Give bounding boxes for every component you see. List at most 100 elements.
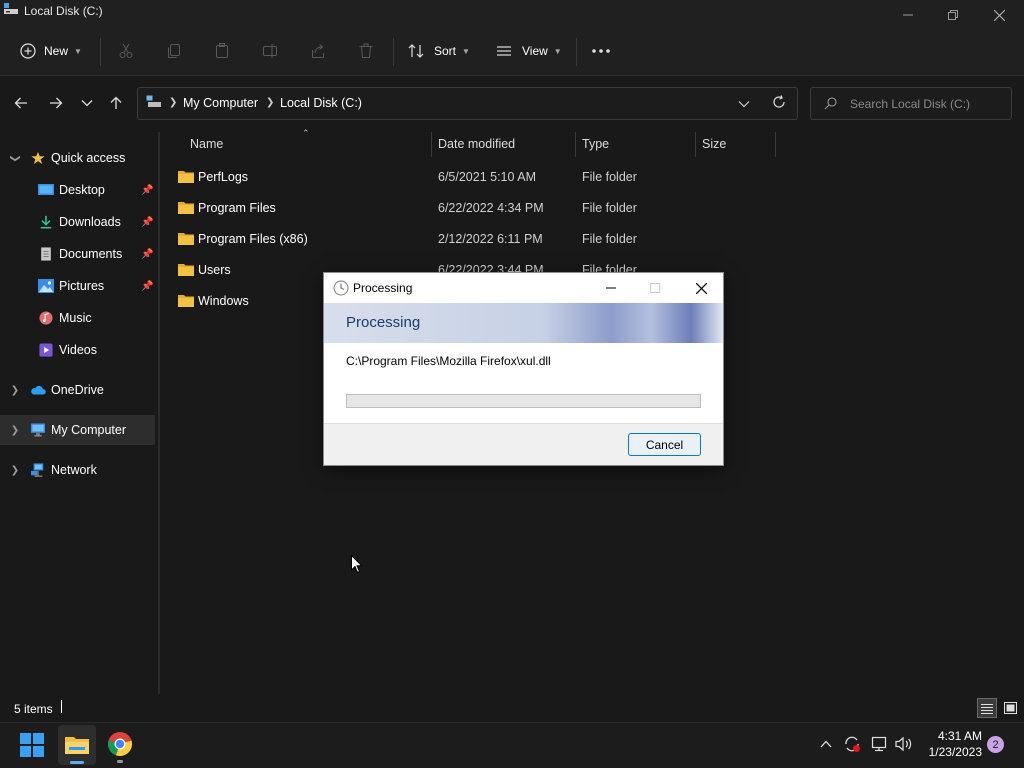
view-button-label: View [522,44,548,58]
processing-dialog: Processing Processing C:\Program Files\M… [323,272,724,466]
cancel-button[interactable]: Cancel [628,433,701,456]
rename-icon [263,44,277,58]
refresh-button[interactable] [772,95,788,111]
document-icon [41,247,51,261]
breadcrumb-local-disk[interactable]: Local Disk (C:) [280,96,362,110]
toolbar-divider [100,38,101,66]
pin-icon: 📌 [141,216,154,228]
volume-button[interactable] [895,736,913,752]
column-divider[interactable] [431,132,432,157]
back-button[interactable] [10,92,32,114]
clock-time: 4:31 AM [937,729,982,743]
sidebar-label: Pictures [59,279,105,293]
sort-icon [408,44,424,58]
dialog-maximize-button[interactable] [640,273,670,303]
sidebar-item-music[interactable]: Music [0,303,155,333]
file-type: File folder [582,232,637,246]
breadcrumb-my-computer[interactable]: My Computer [183,96,258,110]
column-divider[interactable] [775,132,776,157]
sort-button-label: Sort [434,44,457,58]
more-options-button[interactable] [590,40,612,62]
sidebar-label: Music [59,311,92,325]
dialog-minimize-button[interactable] [596,273,626,303]
file-date: 6/5/2021 5:10 AM [438,170,536,184]
toolbar-divider [576,38,577,66]
folder-icon [178,233,194,245]
column-header-date[interactable]: Date modified [438,137,515,151]
network-icon [31,463,44,477]
sidebar-item-downloads[interactable]: Downloads 📌 [0,207,155,237]
large-icons-view-button[interactable] [1000,698,1020,718]
new-plus-icon [20,43,36,59]
column-divider[interactable] [695,132,696,157]
rename-button[interactable] [259,40,281,62]
address-history-button[interactable] [738,97,754,111]
pin-icon: 📌 [141,184,154,196]
details-view-icon [981,703,993,714]
download-icon [40,215,52,229]
cut-button[interactable] [115,40,137,62]
new-button[interactable]: New ▼ [20,38,82,64]
sidebar-item-pictures[interactable]: Pictures 📌 [0,271,155,301]
file-row[interactable]: PerfLogs 6/5/2021 5:10 AM File folder [160,161,760,192]
chrome-icon [107,732,133,756]
taskbar-chrome[interactable] [107,731,135,763]
chevron-down-icon [738,101,750,108]
chevron-down-icon [81,100,93,107]
column-header-name[interactable]: Name [190,137,223,151]
notification-badge[interactable]: 2 [987,736,1004,753]
forward-button[interactable] [45,92,67,114]
file-name: Users [198,263,231,277]
view-icon [497,46,511,56]
sidebar-item-onedrive[interactable]: ❯ OneDrive [0,375,155,405]
recent-locations-button[interactable] [76,92,98,114]
close-button[interactable] [976,0,1022,30]
cloud-icon [31,385,46,395]
paste-button[interactable] [211,40,233,62]
text-cursor [61,700,62,713]
chevron-expanded-icon: ❯ [9,153,21,163]
show-hidden-icons-button[interactable] [820,737,834,751]
dialog-close-button[interactable] [686,273,716,303]
sidebar-item-network[interactable]: ❯ Network [0,455,155,485]
taskbar-file-explorer[interactable] [58,725,96,765]
file-row[interactable]: Program Files (x86) 2/12/2022 6:11 PM File… [160,223,760,254]
clock-button[interactable]: 4:31 AM 1/23/2023 [922,729,982,761]
column-header-size[interactable]: Size [702,137,726,151]
ethernet-icon [871,736,887,752]
file-row[interactable]: Program Files 6/22/2022 4:34 PM File folde… [160,192,760,223]
column-divider[interactable] [575,132,576,157]
view-button[interactable]: View ▼ [496,38,562,64]
column-header-type[interactable]: Type [582,137,609,151]
sidebar-item-videos[interactable]: Videos [0,335,155,365]
sidebar-item-quick-access[interactable]: ❯ Quick access [0,143,155,173]
restore-button[interactable] [930,0,976,30]
sync-status-button[interactable] [843,735,861,753]
copy-button[interactable] [163,40,185,62]
chevron-right-icon: ❯ [10,384,20,396]
maximize-icon [650,283,660,293]
folder-icon [178,202,194,214]
minimize-button[interactable] [885,0,931,30]
file-name: Program Files (x86) [198,232,308,246]
close-icon [695,282,707,294]
dialog-body: C:\Program Files\Mozilla Firefox\xul.dll [324,343,723,423]
search-input[interactable]: Search Local Disk (C:) [850,97,970,111]
network-status-button[interactable] [871,736,889,752]
file-date: 6/22/2022 4:34 PM [438,201,544,215]
up-button[interactable] [105,92,127,114]
details-view-button[interactable] [977,698,997,718]
sidebar-label: Quick access [51,151,126,165]
sidebar-item-desktop[interactable]: Desktop 📌 [0,175,155,205]
share-button[interactable] [307,40,329,62]
sidebar-item-my-computer[interactable]: ❯ My Computer [0,415,155,445]
clock-icon [333,280,349,296]
arrow-right-icon [50,97,63,109]
dialog-titlebar: Processing [324,273,723,303]
sort-button[interactable]: Sort ▼ [408,38,470,64]
delete-button[interactable] [355,40,377,62]
sidebar-item-documents[interactable]: Documents 📌 [0,239,155,269]
windows-logo-icon [20,733,44,757]
start-button[interactable] [20,733,44,757]
dialog-title: Processing [353,281,413,295]
